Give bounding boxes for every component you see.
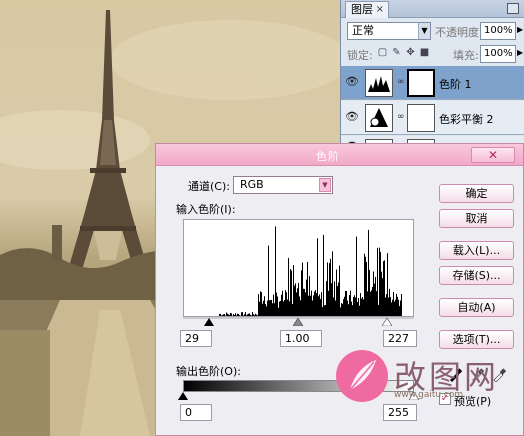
input-white-slider[interactable] [382,318,392,326]
input-black-slider[interactable] [204,318,214,326]
dialog-titlebar[interactable]: 色阶 ✕ [156,144,523,166]
link-icon[interactable]: ∞ [397,77,405,87]
layer-row[interactable]: 👁 ∞ 色彩平衡 2 [341,101,524,135]
layers-panel: 图层 × 正常 ▼ 不透明度: 100% ▶ 锁定: ▢ ✎ ✥ ■ 填充: 1… [340,0,524,160]
ok-button[interactable]: 确定 [439,184,514,203]
panel-menu-icon[interactable] [507,3,519,14]
tab-layers[interactable]: 图层 × [345,1,389,18]
input-white-field[interactable]: 227 [383,330,417,347]
lock-pixels-icon[interactable]: ✎ [391,47,402,58]
channel-select[interactable]: RGB ▼ [233,176,333,194]
tab-layers-label: 图层 [351,3,373,16]
watermark-url: www.gaitu.com [394,390,464,400]
color-balance-adjustment-icon [365,104,393,132]
levels-adjustment-icon [365,69,393,97]
layer-name: 色彩平衡 2 [439,113,494,126]
histogram-graph [219,226,402,316]
link-icon[interactable]: ∞ [397,112,405,122]
load-button[interactable]: 载入(L)... [439,241,514,260]
layer-mask-thumbnail[interactable] [407,69,435,97]
eye-icon[interactable]: 👁 [345,111,359,123]
lock-all-icon[interactable]: ■ [419,47,430,58]
output-levels-label: 输出色阶(O): [176,365,241,378]
layer-mask-thumbnail[interactable] [407,104,435,132]
layers-tabbar: 图层 × [341,0,524,18]
chevron-right-icon[interactable]: ▶ [517,25,523,34]
feather-logo-icon [336,350,388,402]
histogram [183,219,414,317]
chevron-right-icon[interactable]: ▶ [517,48,523,57]
lock-transparency-icon[interactable]: ▢ [377,47,388,58]
watermark: 改图网 www.gaitu.com [336,350,524,420]
close-icon[interactable]: × [376,2,384,17]
input-gamma-field[interactable]: 1.00 [280,330,322,347]
save-button[interactable]: 存储(S)... [439,266,514,285]
blend-mode-value: 正常 [352,24,374,37]
cancel-button[interactable]: 取消 [439,209,514,228]
lock-label: 锁定: [347,49,373,62]
layer-name: 色阶 1 [439,78,472,91]
close-button[interactable]: ✕ [471,147,515,163]
auto-button[interactable]: 自动(A) [439,298,514,317]
fill-field[interactable]: 100% [480,45,516,63]
dialog-title: 色阶 [316,150,340,163]
channel-value: RGB [240,178,264,191]
chevron-down-icon: ▼ [319,178,331,192]
output-black-slider[interactable] [178,392,188,400]
layer-row[interactable]: 👁 ∞ 色阶 1 [341,66,524,100]
options-button[interactable]: 选项(T)... [439,330,514,349]
opacity-label: 不透明度: [435,26,483,39]
blend-mode-select[interactable]: 正常 ▼ [347,22,431,40]
fill-label: 填充: [453,49,479,62]
chevron-down-icon: ▼ [418,23,430,39]
output-black-field[interactable]: 0 [180,404,212,421]
eye-icon[interactable]: 👁 [345,76,359,88]
input-gamma-slider[interactable] [293,318,303,326]
opacity-field[interactable]: 100% [480,22,516,40]
input-black-field[interactable]: 29 [180,330,212,347]
channel-label: 通道(C): [188,180,230,193]
lock-position-icon[interactable]: ✥ [405,47,416,58]
input-levels-label: 输入色阶(I): [176,203,236,216]
